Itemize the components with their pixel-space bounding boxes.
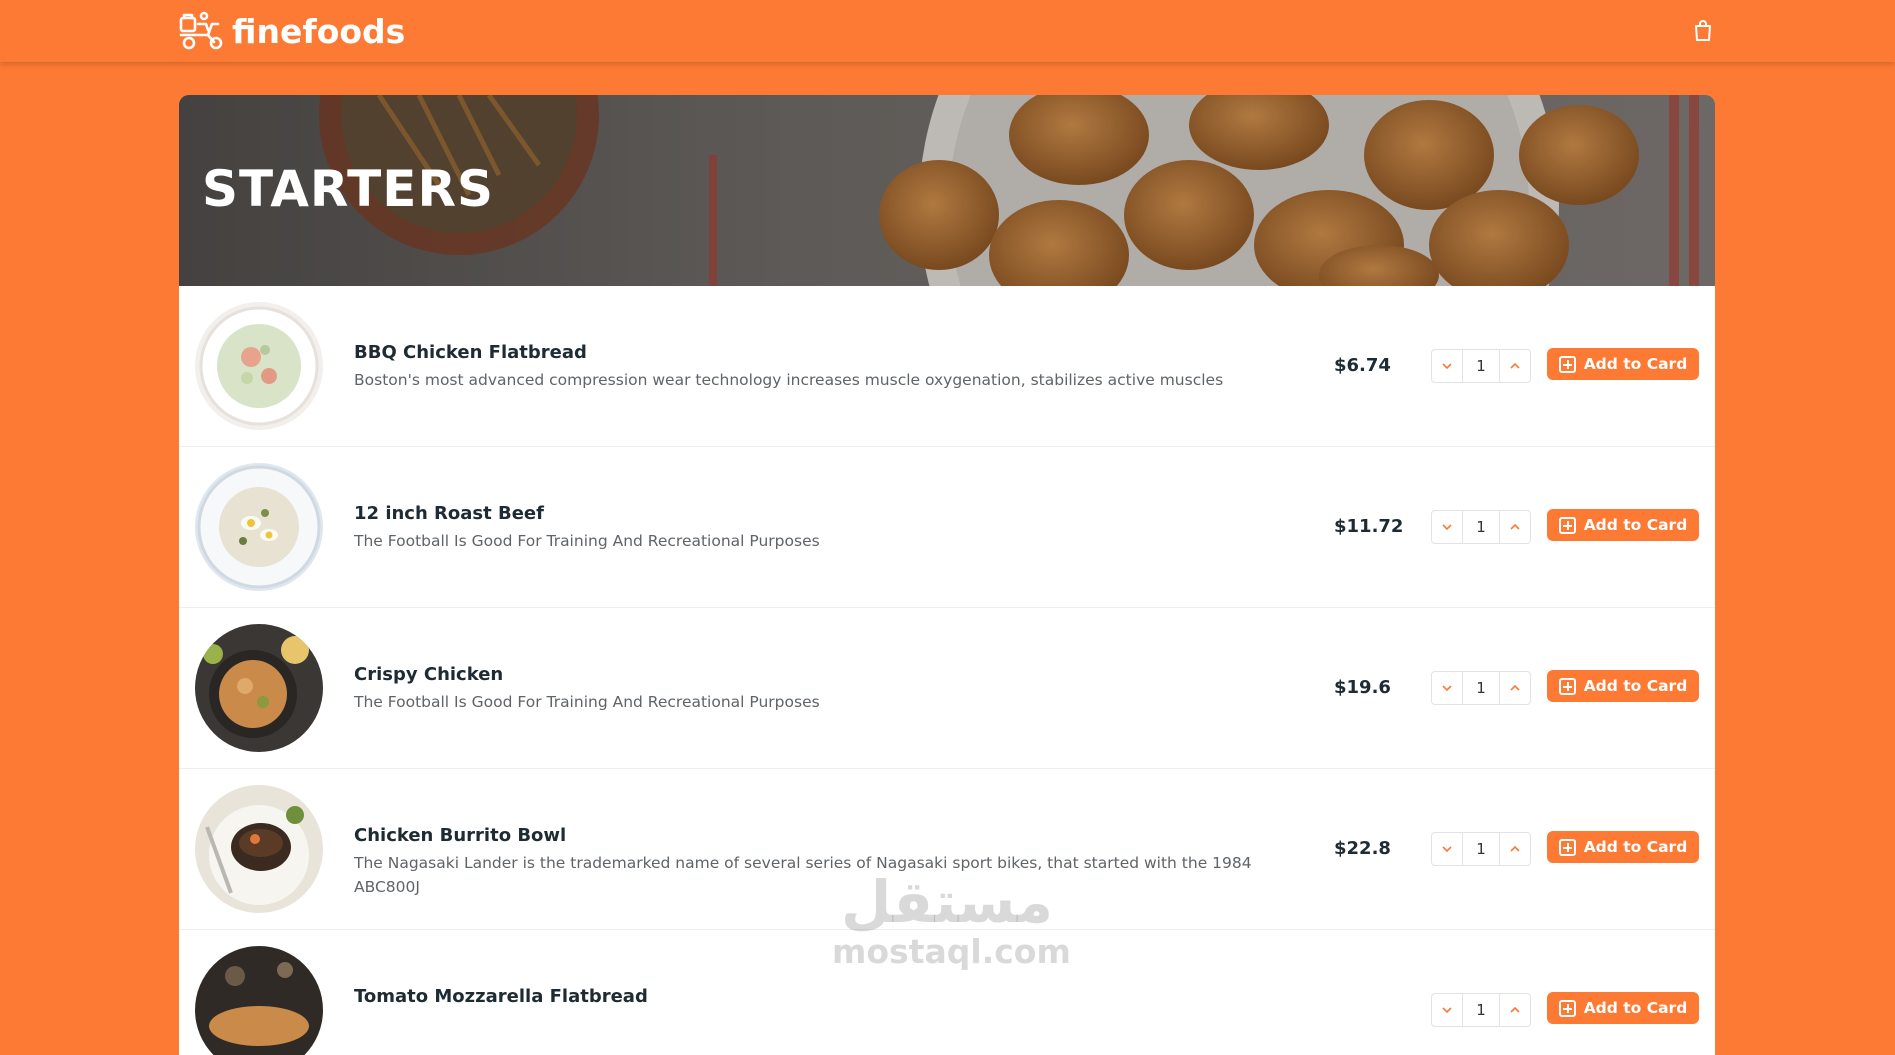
decrease-button[interactable] [1432,994,1462,1026]
add-to-cart-label: Add to Card [1583,355,1688,373]
add-to-cart-button[interactable]: Add to Card [1547,348,1699,380]
cart-button[interactable] [1692,19,1714,43]
plus-square-icon [1558,516,1576,534]
add-to-cart-label: Add to Card [1583,999,1688,1017]
quantity-stepper [1431,349,1531,383]
add-to-cart-button[interactable]: Add to Card [1547,992,1699,1024]
add-to-cart-label: Add to Card [1583,838,1688,856]
quantity-input[interactable] [1462,350,1500,382]
item-description: The Football Is Good For Training And Re… [354,532,820,550]
delivery-scooter-icon [179,11,223,50]
item-price: $22.8 [1334,838,1391,859]
plus-square-icon [1558,355,1576,373]
item-price: $19.6 [1334,677,1391,698]
add-to-cart-button[interactable]: Add to Card [1547,509,1699,541]
shopping-bag-icon [1695,20,1711,41]
menu-item: BBQ Chicken Flatbread Boston's most adva… [179,286,1715,447]
item-image [195,302,323,430]
brand-name: finefoods [232,11,406,51]
quantity-input[interactable] [1462,672,1500,704]
menu-container: STARTERS BBQ Chicken Flatbread Boston's … [179,95,1715,1055]
item-name: Crispy Chicken [354,664,504,685]
chevron-down-icon [1442,363,1452,370]
menu-item: 12 inch Roast Beef The Football Is Good … [179,447,1715,608]
item-image [195,785,323,913]
decrease-button[interactable] [1432,511,1462,543]
item-image [195,463,323,591]
item-price: $6.74 [1334,355,1391,376]
quantity-stepper [1431,510,1531,544]
section-title: STARTERS [202,160,494,218]
quantity-input[interactable] [1462,511,1500,543]
plus-square-icon [1558,677,1576,695]
chevron-up-icon [1510,523,1520,530]
chevron-down-icon [1442,524,1452,531]
quantity-stepper [1431,993,1531,1027]
add-to-cart-button[interactable]: Add to Card [1547,831,1699,863]
menu-item: Crispy Chicken The Football Is Good For … [179,608,1715,769]
increase-button[interactable] [1500,833,1530,865]
quantity-input[interactable] [1462,994,1500,1026]
item-description: The Nagasaki Lander is the trademarked n… [354,854,1252,896]
add-to-cart-label: Add to Card [1583,677,1688,695]
add-to-cart-label: Add to Card [1583,516,1688,534]
decrease-button[interactable] [1432,672,1462,704]
top-navbar: finefoods [0,0,1895,62]
item-name: Chicken Burrito Bowl [354,825,567,846]
item-image [195,624,323,752]
menu-item: Chicken Burrito Bowl The Nagasaki Lander… [179,769,1715,930]
quantity-stepper [1431,671,1531,705]
chevron-down-icon [1442,1007,1452,1014]
item-description: Boston's most advanced compression wear … [354,371,1224,389]
chevron-up-icon [1510,1006,1520,1013]
increase-button[interactable] [1500,511,1530,543]
quantity-input[interactable] [1462,833,1500,865]
increase-button[interactable] [1500,994,1530,1026]
item-image [195,946,323,1055]
chevron-up-icon [1510,362,1520,369]
decrease-button[interactable] [1432,350,1462,382]
quantity-stepper [1431,832,1531,866]
add-to-cart-button[interactable]: Add to Card [1547,670,1699,702]
item-name: BBQ Chicken Flatbread [354,342,587,363]
decrease-button[interactable] [1432,833,1462,865]
chevron-up-icon [1510,845,1520,852]
brand-logo[interactable]: finefoods [178,10,405,52]
chevron-up-icon [1510,684,1520,691]
item-description: The Football Is Good For Training And Re… [354,693,820,711]
chevron-down-icon [1442,685,1452,692]
increase-button[interactable] [1500,672,1530,704]
chevron-down-icon [1442,846,1452,853]
item-name: 12 inch Roast Beef [354,503,544,524]
plus-square-icon [1558,838,1576,856]
item-price: $11.72 [1334,516,1404,537]
menu-item: Tomato Mozzarella Flatbread Add to Card [179,930,1715,1055]
increase-button[interactable] [1500,350,1530,382]
item-name: Tomato Mozzarella Flatbread [354,986,648,1007]
plus-square-icon [1558,999,1576,1017]
section-banner: STARTERS [179,95,1715,286]
